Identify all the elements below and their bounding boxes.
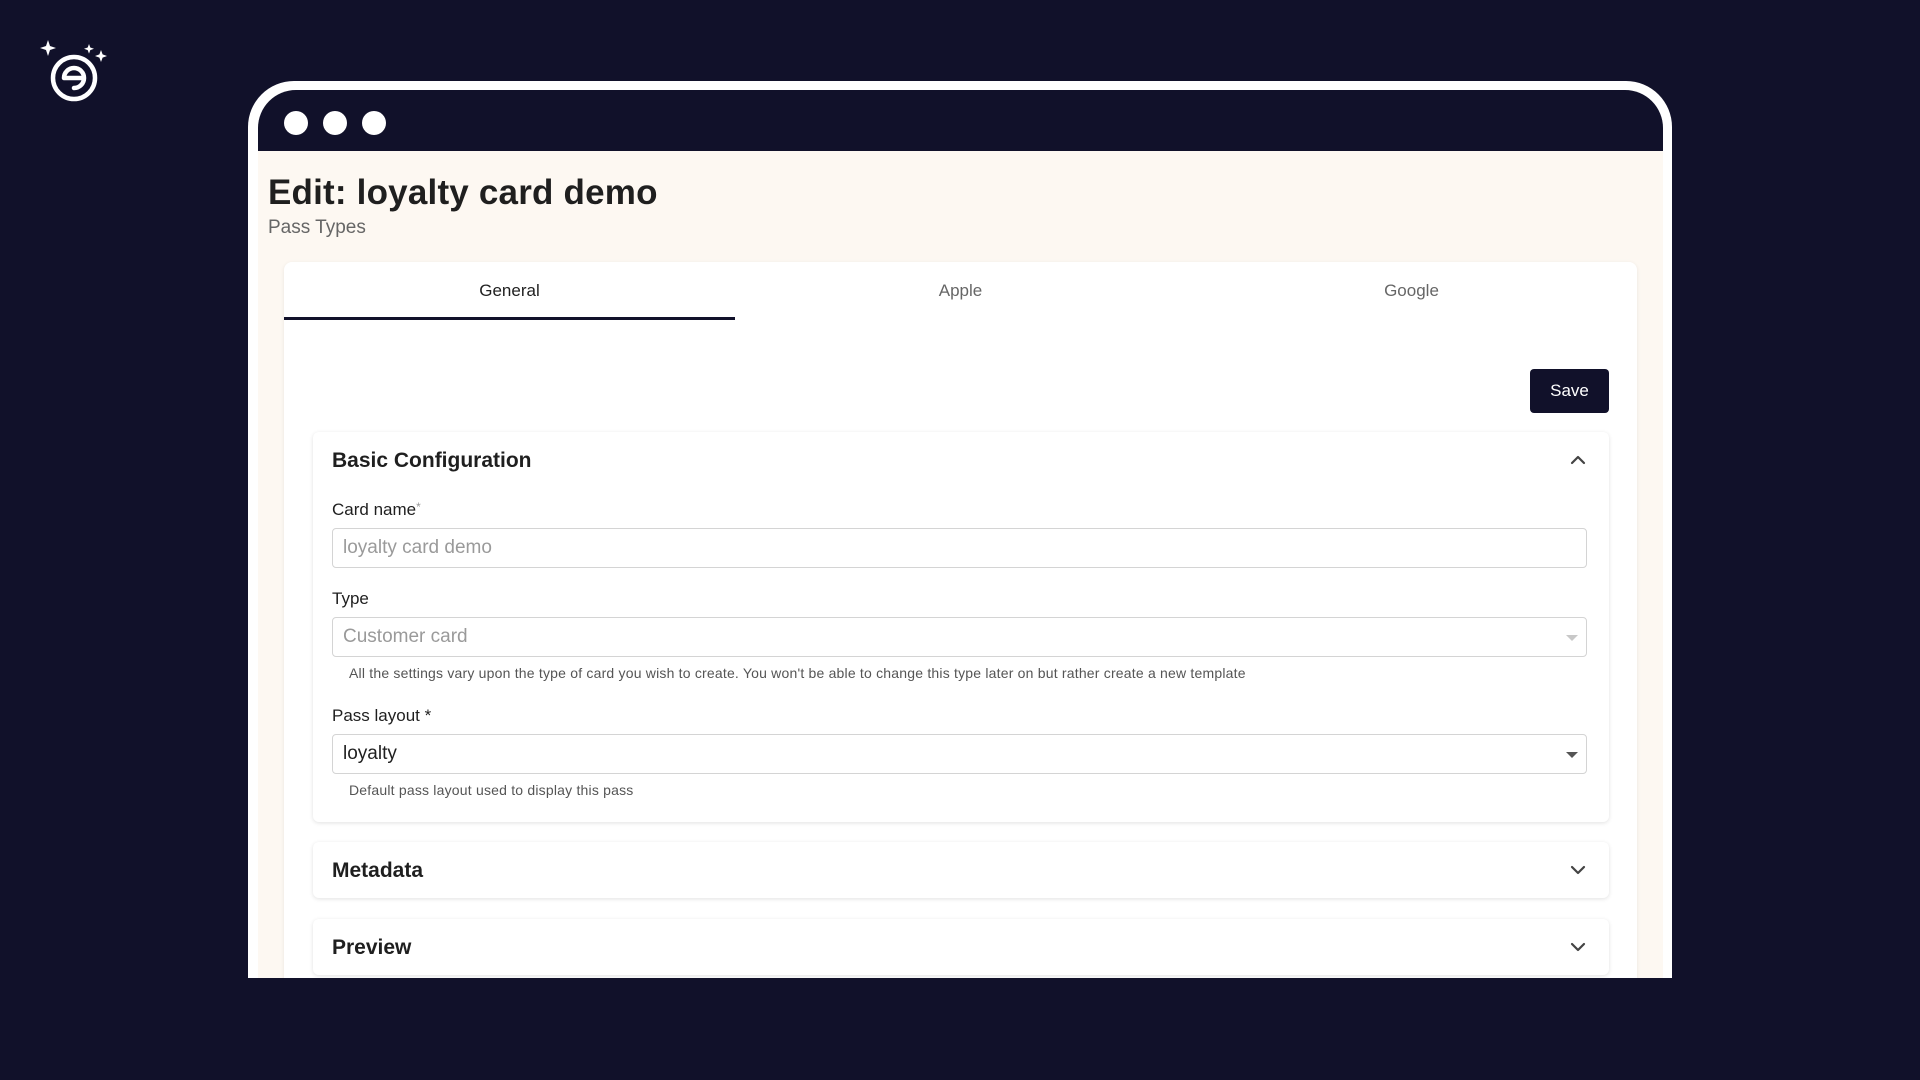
section-preview[interactable]: Preview	[313, 919, 1609, 975]
section-basic-configuration-header[interactable]: Basic Configuration	[313, 432, 1609, 488]
pass-layout-label: Pass layout *	[332, 706, 432, 725]
tab-bar: General Apple Google	[284, 262, 1637, 320]
required-mark: *	[416, 500, 421, 514]
tab-general[interactable]: General	[284, 262, 735, 320]
section-title: Preview	[332, 936, 412, 959]
page-subtitle[interactable]: Pass Types	[268, 217, 366, 239]
chevron-down-icon[interactable]	[1569, 861, 1587, 879]
edit-card: General Apple Google Save Basic Configur…	[284, 262, 1637, 978]
type-label: Type	[332, 589, 369, 608]
type-select[interactable]: Customer card	[332, 617, 1587, 657]
chevron-down-icon[interactable]	[1569, 938, 1587, 956]
pass-layout-helper-text: Default pass layout used to display this…	[349, 782, 634, 798]
brand-logo-icon	[38, 38, 110, 104]
dropdown-caret-icon	[1566, 635, 1578, 641]
tab-google[interactable]: Google	[1186, 262, 1637, 320]
pass-layout-select-value: loyalty	[343, 743, 397, 764]
page-content: Edit: loyalty card demo Pass Types Gener…	[258, 151, 1663, 978]
section-preview-header[interactable]: Preview	[313, 919, 1609, 975]
chevron-up-icon[interactable]	[1569, 451, 1587, 469]
window-controls	[284, 111, 386, 135]
card-name-field[interactable]: loyalty card demo	[332, 528, 1587, 568]
section-metadata[interactable]: Metadata	[313, 842, 1609, 898]
tab-apple[interactable]: Apple	[735, 262, 1186, 320]
window-dot-maximize[interactable]	[362, 111, 386, 135]
browser-window: Edit: loyalty card demo Pass Types Gener…	[258, 90, 1663, 978]
type-helper-text: All the settings vary upon the type of c…	[349, 665, 1246, 681]
dropdown-caret-icon	[1566, 752, 1578, 758]
window-dot-minimize[interactable]	[323, 111, 347, 135]
section-title: Metadata	[332, 859, 424, 882]
type-select-value: Customer card	[343, 626, 468, 647]
section-basic-configuration: Basic Configuration Card name* loyalty c…	[313, 432, 1609, 822]
page-title: Edit: loyalty card demo	[268, 173, 658, 212]
card-name-label-text: Card name	[332, 500, 417, 519]
section-metadata-header[interactable]: Metadata	[313, 842, 1609, 898]
card-name-label: Card name*	[332, 500, 421, 520]
window-dot-close[interactable]	[284, 111, 308, 135]
save-button[interactable]: Save	[1530, 369, 1609, 413]
pass-layout-select[interactable]: loyalty	[332, 734, 1587, 774]
section-title: Basic Configuration	[332, 449, 532, 472]
